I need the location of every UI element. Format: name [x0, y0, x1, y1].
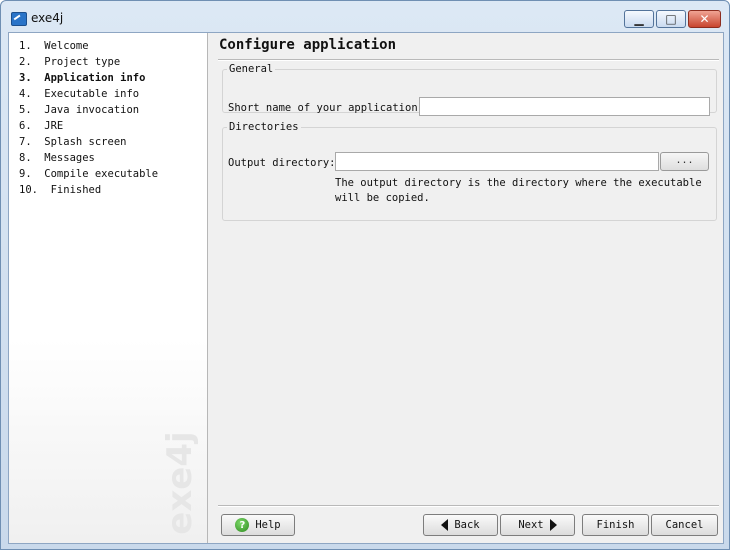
- step-messages[interactable]: 8. Messages: [19, 150, 158, 166]
- minimize-button[interactable]: ▁: [624, 10, 654, 28]
- page-title: Configure application: [219, 37, 397, 53]
- next-button[interactable]: Next: [500, 514, 575, 536]
- cancel-button[interactable]: Cancel: [651, 514, 718, 536]
- maximize-icon: □: [665, 12, 677, 26]
- finish-button[interactable]: Finish: [582, 514, 649, 536]
- exe4j-watermark: exe4j: [160, 431, 200, 535]
- output-directory-hint: The output directory is the directory wh…: [335, 176, 705, 206]
- arrow-right-icon: [549, 519, 557, 531]
- directories-legend: Directories: [229, 121, 299, 133]
- step-finished[interactable]: 10. Finished: [19, 182, 158, 198]
- step-list: 1. Welcome 2. Project type 3. Applicatio…: [19, 38, 158, 198]
- title-bar[interactable]: exe4j ▁ □ ✕: [1, 1, 729, 31]
- browse-button[interactable]: ...: [660, 152, 709, 171]
- close-icon: ✕: [699, 12, 710, 26]
- exe4j-window: exe4j ▁ □ ✕ 1. Welcome 2. Project type 3…: [0, 0, 730, 550]
- step-jre[interactable]: 6. JRE: [19, 118, 158, 134]
- arrow-left-icon: [441, 519, 449, 531]
- maximize-button[interactable]: □: [656, 10, 686, 28]
- wizard-client-area: 1. Welcome 2. Project type 3. Applicatio…: [8, 32, 724, 544]
- help-label: Help: [255, 519, 281, 531]
- output-directory-input[interactable]: [335, 152, 659, 171]
- general-group: General Short name of your application:: [222, 63, 717, 116]
- step-executable-info[interactable]: 4. Executable info: [19, 86, 158, 102]
- step-project-type[interactable]: 2. Project type: [19, 54, 158, 70]
- title-divider: [218, 59, 719, 61]
- close-button[interactable]: ✕: [688, 10, 721, 28]
- step-java-invocation[interactable]: 5. Java invocation: [19, 102, 158, 118]
- minimize-icon: ▁: [634, 12, 644, 26]
- back-button[interactable]: Back: [423, 514, 498, 536]
- help-icon: ?: [235, 518, 250, 532]
- hint-line-1: The output directory is the directory wh…: [335, 177, 702, 189]
- back-label: Back: [454, 519, 480, 531]
- output-directory-label: Output directory:: [228, 157, 336, 169]
- step-compile-executable[interactable]: 9. Compile executable: [19, 166, 158, 182]
- short-name-label: Short name of your application:: [228, 102, 424, 114]
- footer-divider: [218, 505, 719, 507]
- hint-line-2: will be copied.: [335, 192, 430, 204]
- directories-group: Directories Output directory: ... The ou…: [222, 121, 717, 221]
- exe4j-app-icon: [11, 12, 27, 26]
- finish-label: Finish: [596, 519, 635, 531]
- general-legend: General: [229, 63, 274, 75]
- short-name-input[interactable]: [419, 97, 710, 116]
- cancel-label: Cancel: [665, 519, 704, 531]
- step-welcome[interactable]: 1. Welcome: [19, 38, 158, 54]
- next-label: Next: [518, 519, 544, 531]
- step-splash-screen[interactable]: 7. Splash screen: [19, 134, 158, 150]
- step-application-info[interactable]: 3. Application info: [19, 70, 158, 86]
- wizard-steps-sidebar: 1. Welcome 2. Project type 3. Applicatio…: [9, 33, 208, 543]
- window-title: exe4j: [31, 11, 64, 25]
- wizard-page: Configure application General Short name…: [209, 33, 723, 543]
- help-button[interactable]: ? Help: [221, 514, 295, 536]
